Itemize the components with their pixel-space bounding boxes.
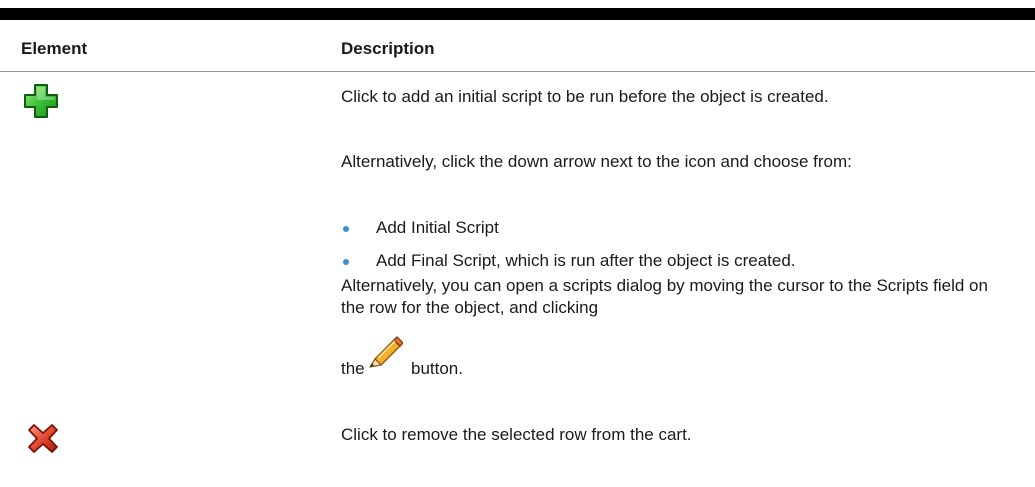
remove-description-paragraph: Click to remove the selected row from th… [341, 425, 692, 444]
add-description-paragraph: Click to add an initial script to be run… [341, 87, 829, 106]
column-header-description: Description [341, 39, 435, 58]
row-remove-description: Click to remove the selected row from th… [341, 424, 1021, 448]
pencil-icon [369, 334, 404, 368]
add-alternative-paragraph: Alternatively, click the down arrow next… [341, 152, 852, 171]
after-pencil-text: button. [411, 359, 463, 378]
column-header-element: Element [21, 39, 88, 58]
table-top-rule [0, 8, 1035, 20]
scripts-dialog-paragraph: Alternatively, you can open a scripts di… [341, 276, 988, 317]
list-item: Add Initial Script [341, 217, 1021, 239]
bullet-icon [343, 226, 349, 232]
remove-x-icon [26, 422, 60, 455]
header-divider [0, 71, 1035, 72]
bullet-icon [343, 259, 349, 265]
list-item: Add Final Script, which is run after the… [341, 250, 1021, 272]
bullet-text: Add Initial Script [376, 218, 499, 237]
row-add-description: Click to add an initial script to be run… [341, 86, 1021, 408]
before-pencil-text: the [341, 359, 365, 378]
add-plus-icon [23, 83, 59, 119]
bullet-text: Add Final Script, which is run after the… [376, 251, 796, 270]
